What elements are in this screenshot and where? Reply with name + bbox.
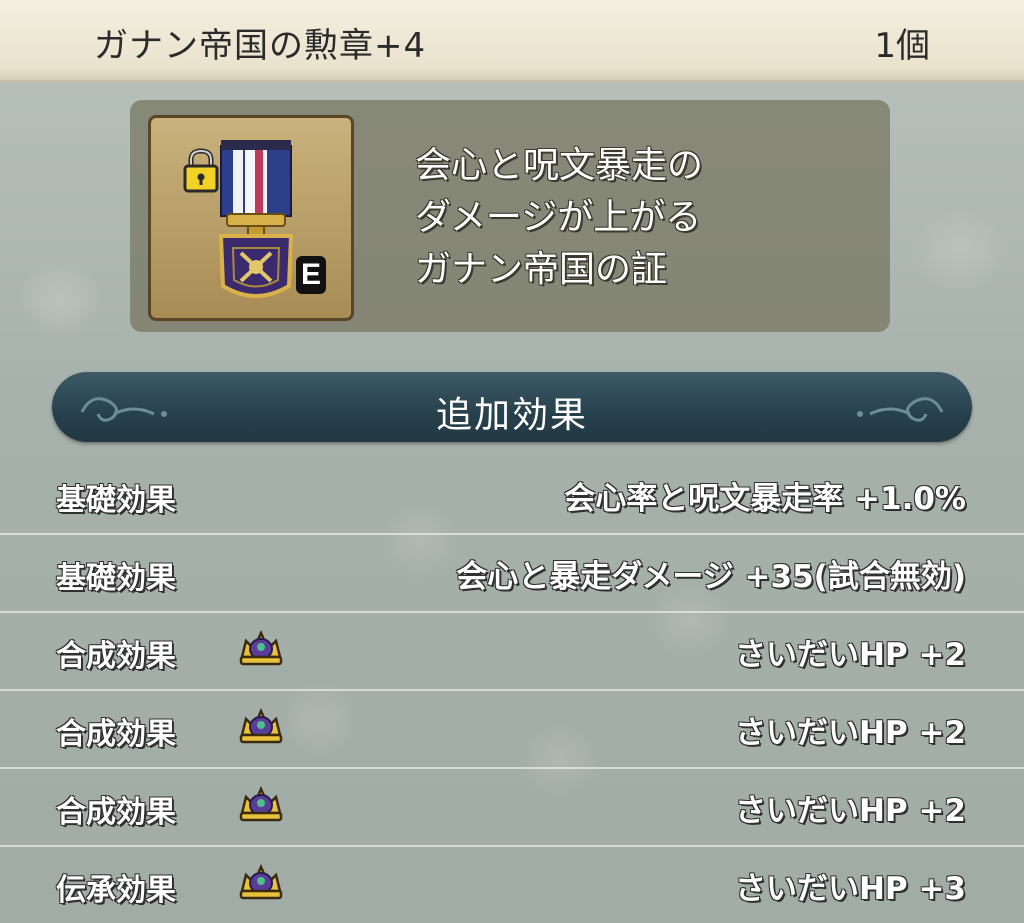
effect-row: 伝承効果 さいだいHP +3 xyxy=(0,845,1024,923)
effect-value: さいだいHP +3 xyxy=(734,871,966,907)
description-line: ダメージが上がる xyxy=(415,197,702,238)
item-title-bar: ガナン帝国の勲章+4 1個 xyxy=(0,0,1024,82)
description-line: 会心と呪文暴走の xyxy=(415,145,704,186)
crown-icon xyxy=(239,863,283,900)
item-name: ガナン帝国の勲章+4 xyxy=(94,26,427,66)
effect-value: 会心率と呪文暴走率 +1.0% xyxy=(564,481,966,517)
right-flourish-icon xyxy=(857,397,944,422)
effect-type-label: 基礎効果 xyxy=(56,561,176,596)
effect-row: 基礎効果 会心率と呪文暴走率 +1.0% xyxy=(0,455,1024,535)
effect-value: 会心と暴走ダメージ +35(試合無効) xyxy=(456,559,966,595)
equipped-badge: E xyxy=(296,256,326,294)
effect-type-label: 伝承効果 xyxy=(56,873,176,908)
crown-icon xyxy=(239,707,283,744)
effect-type-label: 基礎効果 xyxy=(56,483,176,518)
effect-type-label: 合成効果 xyxy=(56,639,176,674)
effect-type-label: 合成効果 xyxy=(56,717,176,752)
effect-value: さいだいHP +2 xyxy=(734,793,966,829)
additional-effects-header: 追加効果 xyxy=(52,372,972,442)
effect-type-label: 合成効果 xyxy=(56,795,176,830)
padlock-icon xyxy=(183,148,219,193)
crown-icon xyxy=(239,785,283,822)
effect-row: 基礎効果 会心と暴走ダメージ +35(試合無効) xyxy=(0,533,1024,613)
effect-value: さいだいHP +2 xyxy=(734,637,966,673)
description-line: ガナン帝国の証 xyxy=(415,249,668,290)
effect-row: 合成効果 さいだいHP +2 xyxy=(0,611,1024,691)
item-count: 1個 xyxy=(874,26,930,66)
crown-icon xyxy=(239,629,283,666)
item-description: 会心と呪文暴走の ダメージが上がる ガナン帝国の証 xyxy=(415,140,875,296)
effect-value: さいだいHP +2 xyxy=(734,715,966,751)
effect-row: 合成効果 さいだいHP +2 xyxy=(0,767,1024,847)
effect-row: 合成効果 さいだいHP +2 xyxy=(0,689,1024,769)
